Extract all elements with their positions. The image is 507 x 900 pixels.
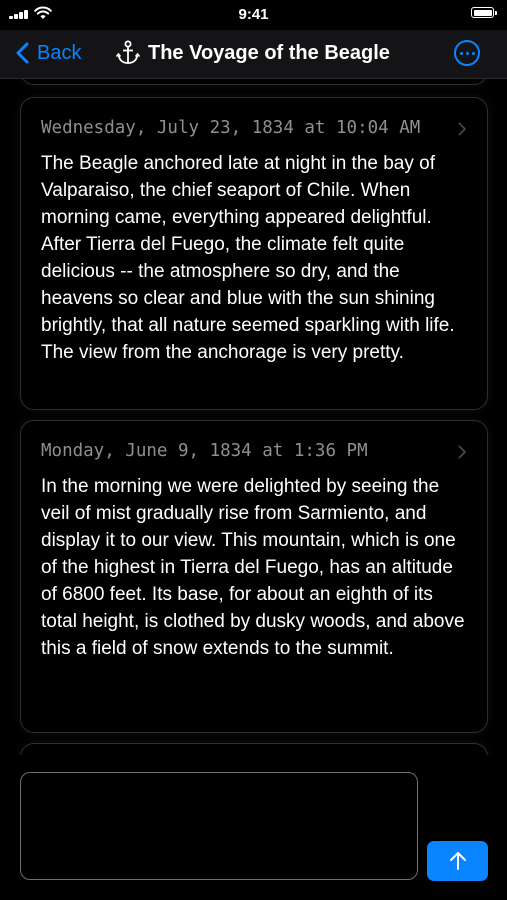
ellipsis-dot (465, 51, 469, 55)
chevron-right-icon (458, 445, 466, 459)
ellipsis-circle-icon (459, 51, 463, 55)
send-button[interactable] (427, 841, 488, 881)
entry-card[interactable]: Wednesday, July 23, 1834 at 10:04 AM The… (20, 97, 488, 410)
entry-date: Wednesday, July 23, 1834 at 10:04 AM (41, 118, 421, 138)
entry-card-partial-bottom[interactable] (20, 743, 488, 755)
arrow-up-icon (449, 852, 466, 870)
navigation-bar: Back The Voyage of the Beagle (0, 30, 507, 79)
chevron-right-icon (458, 122, 466, 136)
entry-card[interactable]: Monday, June 9, 1834 at 1:36 PM In the m… (20, 420, 488, 733)
entries-list[interactable]: Wednesday, July 23, 1834 at 10:04 AM The… (0, 79, 507, 755)
page-title: The Voyage of the Beagle (116, 39, 390, 67)
page-title-text: The Voyage of the Beagle (148, 41, 390, 64)
message-input[interactable] (20, 772, 418, 880)
status-time: 9:41 (238, 6, 269, 23)
entry-card-partial-top[interactable] (20, 79, 488, 85)
entry-date: Monday, June 9, 1834 at 1:36 PM (41, 441, 368, 461)
chevron-left-icon (16, 42, 29, 64)
back-button[interactable]: Back (16, 40, 81, 66)
anchor-icon (116, 40, 140, 64)
battery-icon (471, 7, 497, 18)
entry-text: The Beagle anchored late at night in the… (41, 153, 455, 363)
more-options-button[interactable] (454, 40, 480, 66)
composer (0, 755, 507, 900)
entry-text: In the morning we were delighted by seei… (41, 476, 465, 659)
ellipsis-dot (471, 51, 475, 55)
back-button-label: Back (37, 41, 82, 64)
status-bar: 9:41 (0, 0, 507, 30)
